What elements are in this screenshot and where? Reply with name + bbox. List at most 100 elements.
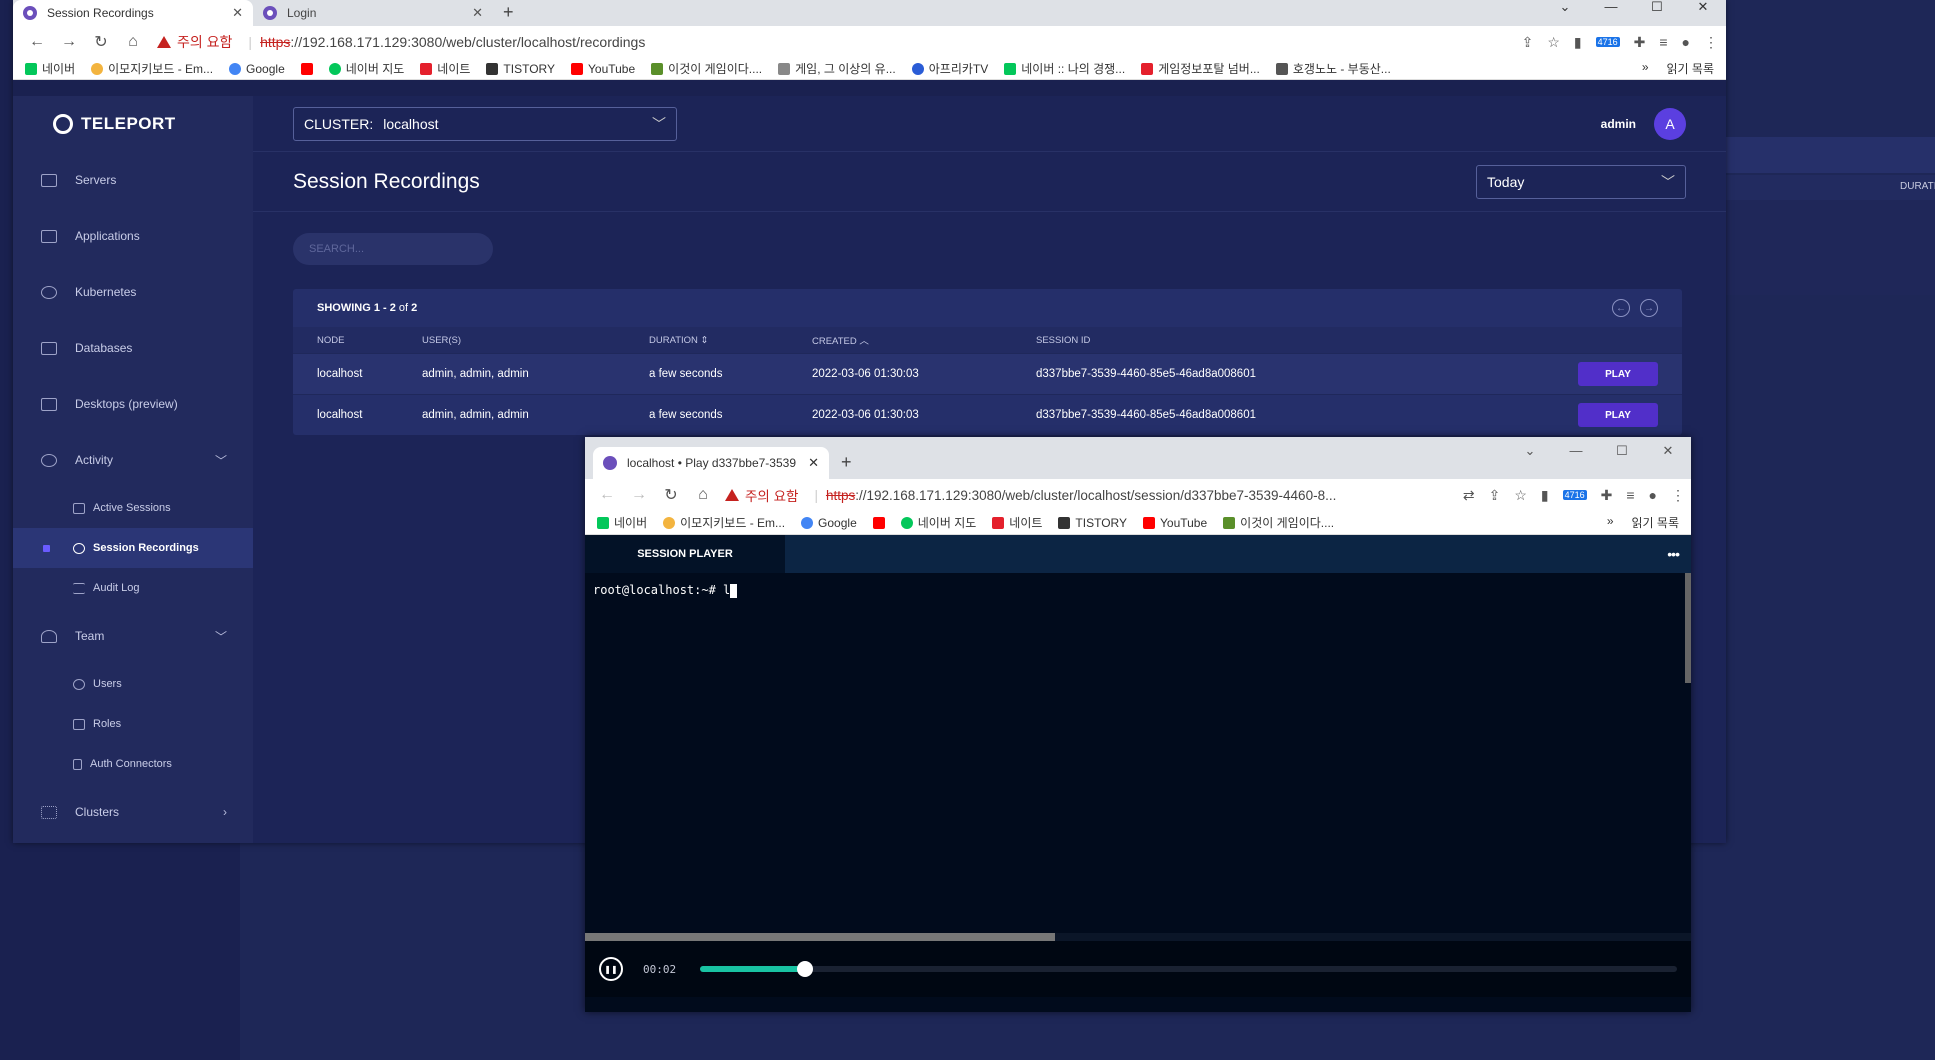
bookmark-item[interactable]: 네이버 지도 <box>328 60 404 77</box>
maximize-button[interactable]: ☐ <box>1634 0 1680 20</box>
profile-avatar-icon[interactable]: ● <box>1682 34 1690 50</box>
more-options-icon[interactable]: ••• <box>1667 546 1680 562</box>
tab-session-player[interactable]: SESSION PLAYER <box>585 535 785 573</box>
user-menu[interactable]: admin A <box>1601 107 1686 140</box>
close-window-button[interactable]: ✕ <box>1645 443 1691 459</box>
play-button[interactable]: PLAY <box>1578 403 1658 427</box>
address-bar[interactable]: 주의 요함 | https ://192.168.171.129:3080/we… <box>149 28 1522 56</box>
more-bookmarks-button[interactable]: » <box>1642 60 1649 77</box>
bookmark-item[interactable]: 네이트 <box>992 514 1042 531</box>
pause-icon[interactable]: ❚❚ <box>599 957 623 981</box>
bookmark-item[interactable]: 이모지키보드 - Em... <box>91 60 213 77</box>
minimize-button[interactable]: — <box>1553 443 1599 459</box>
horizontal-scrollbar[interactable] <box>585 933 1691 941</box>
next-page-icon[interactable]: → <box>1640 299 1658 317</box>
sidebar-item-session-recordings[interactable]: Session Recordings <box>13 528 253 568</box>
extension-i-icon[interactable]: ▮ <box>1541 487 1549 504</box>
bookmark-item[interactable]: 아프리카TV <box>911 60 988 77</box>
sidebar-item-roles[interactable]: Roles <box>13 704 253 744</box>
home-icon[interactable]: ⌂ <box>117 33 149 51</box>
extensions-puzzle-icon[interactable]: ✚ <box>1634 34 1646 51</box>
sidebar-item-kubernetes[interactable]: Kubernetes <box>13 264 253 320</box>
column-node[interactable]: NODE <box>293 335 422 346</box>
bookmark-item[interactable]: 이모지키보드 - Em... <box>663 514 785 531</box>
reload-icon[interactable]: ↻ <box>85 32 117 52</box>
extension-badge[interactable]: 4716 <box>1562 490 1587 500</box>
forward-icon[interactable]: → <box>623 486 655 504</box>
menu-kebab-icon[interactable]: ⋮ <box>1671 487 1685 504</box>
tab-search-icon[interactable]: ⌄ <box>1542 0 1588 20</box>
popup-address-bar[interactable]: 주의 요함 | https ://192.168.171.129:3080/we… <box>719 485 1463 505</box>
share-icon[interactable]: ⇪ <box>1489 487 1501 504</box>
menu-kebab-icon[interactable]: ⋮ <box>1704 34 1718 51</box>
cluster-selector[interactable]: CLUSTER: localhost ﹀ <box>293 106 677 141</box>
new-tab-button[interactable]: + <box>493 0 524 26</box>
sidebar-item-databases[interactable]: Databases <box>13 320 253 376</box>
reading-list-button[interactable]: 읽기 목록 <box>1667 60 1715 77</box>
bookmark-item[interactable]: 네이버 지도 <box>900 514 976 531</box>
bookmark-item[interactable]: 네이버 <box>25 60 75 77</box>
sidebar-item-applications[interactable]: Applications <box>13 208 253 264</box>
media-control-icon[interactable]: ≡ <box>1659 34 1667 50</box>
minimize-button[interactable]: — <box>1588 0 1634 20</box>
bookmark-item[interactable]: TISTORY <box>486 62 555 76</box>
browser-tab-login[interactable]: Login ✕ <box>253 0 493 26</box>
bookmark-item[interactable]: 네이버 <box>597 514 647 531</box>
bookmark-item[interactable]: 게임, 그 이상의 유... <box>778 60 896 77</box>
bookmark-item[interactable]: Google <box>229 62 285 76</box>
bookmark-item[interactable]: 이것이 게임이다.... <box>651 60 762 77</box>
date-range-select[interactable]: Today ﹀ <box>1476 164 1686 199</box>
vertical-scrollbar[interactable] <box>1685 573 1691 683</box>
bookmark-item[interactable]: 이것이 게임이다.... <box>1223 514 1334 531</box>
sidebar-item-audit-log[interactable]: Audit Log <box>13 568 253 608</box>
avatar[interactable]: A <box>1654 107 1686 140</box>
sidebar-item-activity[interactable]: Activity ﹀ <box>13 432 253 488</box>
media-control-icon[interactable]: ≡ <box>1626 487 1634 503</box>
sidebar-item-desktops[interactable]: Desktops (preview) <box>13 376 253 432</box>
reading-list-button[interactable]: 읽기 목록 <box>1632 514 1680 531</box>
maximize-button[interactable]: ☐ <box>1599 443 1645 459</box>
browser-tab-session-recordings[interactable]: Session Recordings ✕ <box>13 0 253 26</box>
home-icon[interactable]: ⌂ <box>687 486 719 504</box>
playback-slider[interactable] <box>700 961 1677 977</box>
sidebar-item-team[interactable]: Team ﹀ <box>13 608 253 664</box>
tab-search-icon[interactable]: ⌄ <box>1507 443 1553 459</box>
extension-badge[interactable]: 4716 <box>1595 37 1620 47</box>
back-icon[interactable]: ← <box>591 486 623 504</box>
bookmark-star-icon[interactable]: ☆ <box>1514 487 1527 504</box>
bookmark-star-icon[interactable]: ☆ <box>1547 34 1560 51</box>
column-duration[interactable]: DURATION ⇕ <box>649 335 812 346</box>
bookmark-item[interactable] <box>300 62 313 75</box>
share-icon[interactable]: ⇪ <box>1522 34 1534 51</box>
bookmark-item[interactable]: YouTube <box>571 62 635 76</box>
terminal-output[interactable]: root@localhost:~# l <box>585 573 1691 933</box>
brand[interactable]: TELEPORT <box>13 96 253 152</box>
back-icon[interactable]: ← <box>21 33 53 51</box>
translate-icon[interactable]: ⇄ <box>1463 487 1475 504</box>
popup-tab[interactable]: localhost • Play d337bbe7-3539 ✕ <box>593 447 829 479</box>
new-tab-button[interactable]: + <box>829 452 864 479</box>
reload-icon[interactable]: ↻ <box>655 485 687 505</box>
sidebar-item-active-sessions[interactable]: Active Sessions <box>13 488 253 528</box>
bookmark-item[interactable]: TISTORY <box>1058 516 1127 530</box>
search-input[interactable]: SEARCH... <box>293 233 493 265</box>
scrollbar-thumb[interactable] <box>585 933 1055 941</box>
sidebar-item-users[interactable]: Users <box>13 664 253 704</box>
close-tab-icon[interactable]: ✕ <box>808 455 819 471</box>
bookmark-item[interactable] <box>872 516 885 529</box>
playback-knob[interactable] <box>796 961 813 977</box>
forward-icon[interactable]: → <box>53 33 85 51</box>
extension-i-icon[interactable]: ▮ <box>1574 34 1582 51</box>
prev-page-icon[interactable]: ← <box>1612 299 1630 317</box>
sidebar-item-servers[interactable]: Servers <box>13 152 253 208</box>
sidebar-item-clusters[interactable]: Clusters › <box>13 784 253 840</box>
extensions-puzzle-icon[interactable]: ✚ <box>1601 487 1613 504</box>
security-warning[interactable]: 주의 요함 <box>725 485 798 505</box>
profile-avatar-icon[interactable]: ● <box>1649 487 1657 503</box>
security-warning[interactable]: 주의 요함 <box>157 32 232 52</box>
bookmark-item[interactable]: 네이버 :: 나의 경쟁... <box>1004 60 1125 77</box>
close-tab-icon[interactable]: ✕ <box>472 5 483 21</box>
close-window-button[interactable]: ✕ <box>1680 0 1726 20</box>
bookmark-item[interactable]: Google <box>801 516 857 530</box>
column-created[interactable]: CREATED ︿ <box>812 333 1036 347</box>
